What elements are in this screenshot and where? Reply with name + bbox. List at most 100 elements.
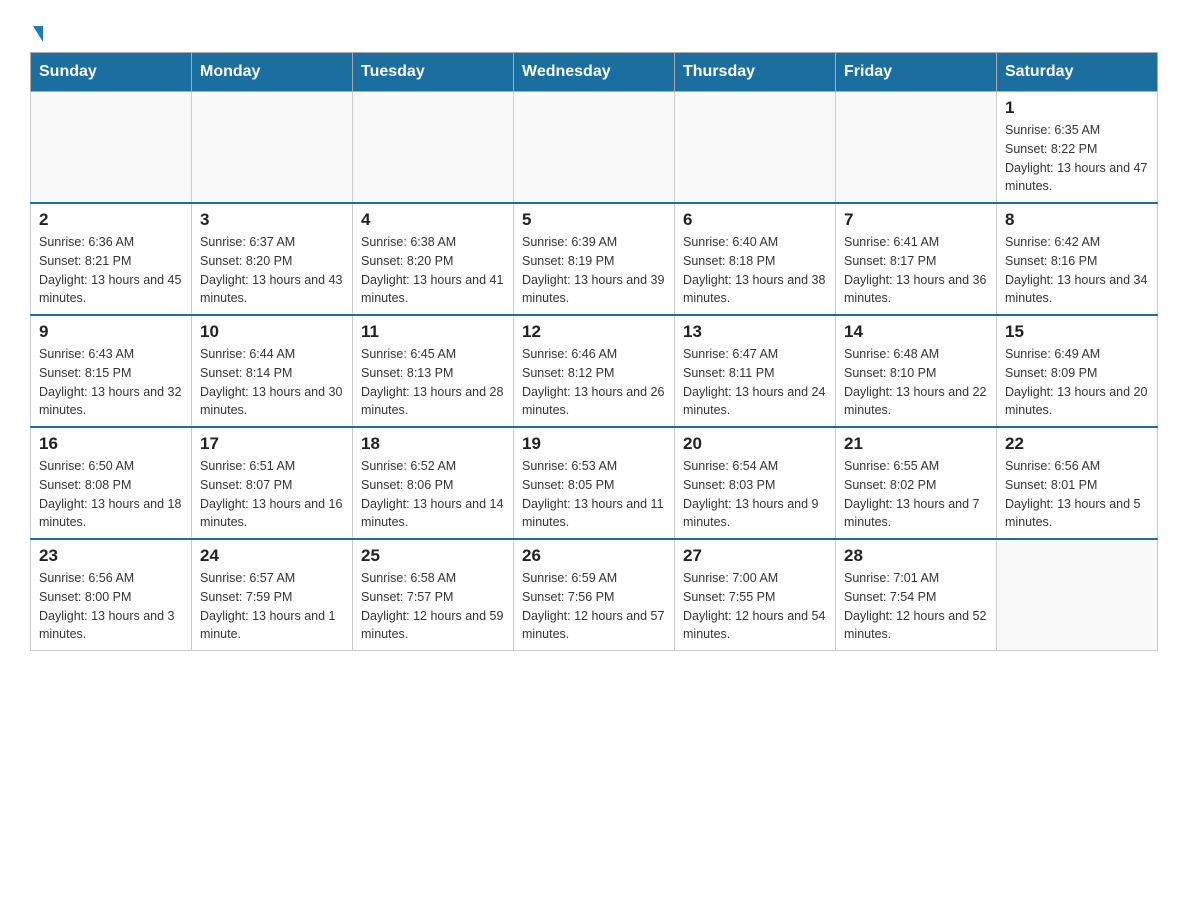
calendar-table: SundayMondayTuesdayWednesdayThursdayFrid… bbox=[30, 52, 1158, 651]
weekday-header-saturday: Saturday bbox=[997, 53, 1158, 92]
logo-general-text bbox=[30, 20, 43, 42]
logo bbox=[30, 20, 43, 42]
day-info: Sunrise: 6:45 AM Sunset: 8:13 PM Dayligh… bbox=[361, 345, 505, 420]
day-number: 14 bbox=[844, 322, 988, 342]
calendar-cell: 27Sunrise: 7:00 AM Sunset: 7:55 PM Dayli… bbox=[675, 539, 836, 651]
calendar-cell: 21 Sunrise: 6:55 AM Sunset: 8:02 PM Dayli… bbox=[836, 427, 997, 539]
weekday-header-sunday: Sunday bbox=[31, 53, 192, 92]
day-number: 8 bbox=[1005, 210, 1149, 230]
day-number: 3 bbox=[200, 210, 344, 230]
day-number: 28 bbox=[844, 546, 988, 566]
day-number: 10 bbox=[200, 322, 344, 342]
day-number: 11 bbox=[361, 322, 505, 342]
calendar-cell bbox=[192, 92, 353, 204]
calendar-cell: 16 Sunrise: 6:50 AM Sunset: 8:08 PM Dayli… bbox=[31, 427, 192, 539]
calendar-cell bbox=[675, 92, 836, 204]
calendar-cell: 6Sunrise: 6:40 AM Sunset: 8:18 PM Daylig… bbox=[675, 203, 836, 315]
calendar-cell: 15 Sunrise: 6:49 AM Sunset: 8:09 PM Dayli… bbox=[997, 315, 1158, 427]
day-info: Sunrise: 6:59 AM Sunset: 7:56 PM Dayligh… bbox=[522, 569, 666, 644]
calendar-cell: 12 Sunrise: 6:46 AM Sunset: 8:12 PM Dayli… bbox=[514, 315, 675, 427]
calendar-cell: 26 Sunrise: 6:59 AM Sunset: 7:56 PM Dayli… bbox=[514, 539, 675, 651]
day-info: Sunrise: 6:46 AM Sunset: 8:12 PM Dayligh… bbox=[522, 345, 666, 420]
calendar-cell: 2 Sunrise: 6:36 AM Sunset: 8:21 PM Daylig… bbox=[31, 203, 192, 315]
day-number: 15 bbox=[1005, 322, 1149, 342]
day-number: 4 bbox=[361, 210, 505, 230]
day-number: 21 bbox=[844, 434, 988, 454]
day-number: 5 bbox=[522, 210, 666, 230]
calendar-cell: 22 Sunrise: 6:56 AM Sunset: 8:01 PM Dayli… bbox=[997, 427, 1158, 539]
day-info: Sunrise: 6:54 AM Sunset: 8:03 PM Dayligh… bbox=[683, 457, 827, 532]
calendar-cell: 4 Sunrise: 6:38 AM Sunset: 8:20 PM Daylig… bbox=[353, 203, 514, 315]
day-info: Sunrise: 6:56 AM Sunset: 8:00 PM Dayligh… bbox=[39, 569, 183, 644]
calendar-cell: 18 Sunrise: 6:52 AM Sunset: 8:06 PM Dayli… bbox=[353, 427, 514, 539]
day-info: Sunrise: 6:56 AM Sunset: 8:01 PM Dayligh… bbox=[1005, 457, 1149, 532]
calendar-cell: 10 Sunrise: 6:44 AM Sunset: 8:14 PM Dayli… bbox=[192, 315, 353, 427]
day-info: Sunrise: 6:37 AM Sunset: 8:20 PM Dayligh… bbox=[200, 233, 344, 308]
weekday-header-monday: Monday bbox=[192, 53, 353, 92]
calendar-cell bbox=[353, 92, 514, 204]
day-info: Sunrise: 6:36 AM Sunset: 8:21 PM Dayligh… bbox=[39, 233, 183, 308]
day-info: Sunrise: 6:50 AM Sunset: 8:08 PM Dayligh… bbox=[39, 457, 183, 532]
day-number: 18 bbox=[361, 434, 505, 454]
day-number: 27 bbox=[683, 546, 827, 566]
weekday-header-wednesday: Wednesday bbox=[514, 53, 675, 92]
day-info: Sunrise: 6:57 AM Sunset: 7:59 PM Dayligh… bbox=[200, 569, 344, 644]
calendar-cell: 3 Sunrise: 6:37 AM Sunset: 8:20 PM Daylig… bbox=[192, 203, 353, 315]
weekday-header-tuesday: Tuesday bbox=[353, 53, 514, 92]
day-info: Sunrise: 6:38 AM Sunset: 8:20 PM Dayligh… bbox=[361, 233, 505, 308]
day-number: 1 bbox=[1005, 98, 1149, 118]
calendar-week-row: 23 Sunrise: 6:56 AM Sunset: 8:00 PM Dayli… bbox=[31, 539, 1158, 651]
calendar-cell: 19Sunrise: 6:53 AM Sunset: 8:05 PM Dayli… bbox=[514, 427, 675, 539]
weekday-header-thursday: Thursday bbox=[675, 53, 836, 92]
logo-arrow-icon bbox=[33, 26, 43, 42]
calendar-cell bbox=[836, 92, 997, 204]
day-number: 23 bbox=[39, 546, 183, 566]
calendar-cell: 28 Sunrise: 7:01 AM Sunset: 7:54 PM Dayli… bbox=[836, 539, 997, 651]
calendar-week-row: 2 Sunrise: 6:36 AM Sunset: 8:21 PM Daylig… bbox=[31, 203, 1158, 315]
day-info: Sunrise: 6:42 AM Sunset: 8:16 PM Dayligh… bbox=[1005, 233, 1149, 308]
calendar-cell: 23 Sunrise: 6:56 AM Sunset: 8:00 PM Dayli… bbox=[31, 539, 192, 651]
calendar-cell bbox=[31, 92, 192, 204]
calendar-week-row: 1 Sunrise: 6:35 AM Sunset: 8:22 PM Daylig… bbox=[31, 92, 1158, 204]
day-number: 24 bbox=[200, 546, 344, 566]
calendar-cell: 20 Sunrise: 6:54 AM Sunset: 8:03 PM Dayli… bbox=[675, 427, 836, 539]
day-info: Sunrise: 6:35 AM Sunset: 8:22 PM Dayligh… bbox=[1005, 121, 1149, 196]
calendar-cell bbox=[514, 92, 675, 204]
day-info: Sunrise: 6:43 AM Sunset: 8:15 PM Dayligh… bbox=[39, 345, 183, 420]
calendar-cell: 5 Sunrise: 6:39 AM Sunset: 8:19 PM Daylig… bbox=[514, 203, 675, 315]
calendar-cell: 1 Sunrise: 6:35 AM Sunset: 8:22 PM Daylig… bbox=[997, 92, 1158, 204]
calendar-cell: 24 Sunrise: 6:57 AM Sunset: 7:59 PM Dayli… bbox=[192, 539, 353, 651]
day-number: 12 bbox=[522, 322, 666, 342]
day-info: Sunrise: 6:48 AM Sunset: 8:10 PM Dayligh… bbox=[844, 345, 988, 420]
day-number: 6 bbox=[683, 210, 827, 230]
day-number: 20 bbox=[683, 434, 827, 454]
calendar-cell: 14 Sunrise: 6:48 AM Sunset: 8:10 PM Dayli… bbox=[836, 315, 997, 427]
day-number: 26 bbox=[522, 546, 666, 566]
day-info: Sunrise: 6:55 AM Sunset: 8:02 PM Dayligh… bbox=[844, 457, 988, 532]
day-number: 25 bbox=[361, 546, 505, 566]
weekday-header-friday: Friday bbox=[836, 53, 997, 92]
calendar-cell bbox=[997, 539, 1158, 651]
calendar-cell: 11 Sunrise: 6:45 AM Sunset: 8:13 PM Dayli… bbox=[353, 315, 514, 427]
day-number: 17 bbox=[200, 434, 344, 454]
day-info: Sunrise: 6:44 AM Sunset: 8:14 PM Dayligh… bbox=[200, 345, 344, 420]
day-number: 22 bbox=[1005, 434, 1149, 454]
day-number: 9 bbox=[39, 322, 183, 342]
calendar-cell: 17Sunrise: 6:51 AM Sunset: 8:07 PM Dayli… bbox=[192, 427, 353, 539]
calendar-cell: 8 Sunrise: 6:42 AM Sunset: 8:16 PM Daylig… bbox=[997, 203, 1158, 315]
calendar-cell: 13 Sunrise: 6:47 AM Sunset: 8:11 PM Dayli… bbox=[675, 315, 836, 427]
day-info: Sunrise: 6:52 AM Sunset: 8:06 PM Dayligh… bbox=[361, 457, 505, 532]
day-number: 16 bbox=[39, 434, 183, 454]
day-info: Sunrise: 6:53 AM Sunset: 8:05 PM Dayligh… bbox=[522, 457, 666, 532]
day-info: Sunrise: 6:49 AM Sunset: 8:09 PM Dayligh… bbox=[1005, 345, 1149, 420]
calendar-week-row: 16 Sunrise: 6:50 AM Sunset: 8:08 PM Dayli… bbox=[31, 427, 1158, 539]
day-info: Sunrise: 6:41 AM Sunset: 8:17 PM Dayligh… bbox=[844, 233, 988, 308]
day-number: 2 bbox=[39, 210, 183, 230]
calendar-cell: 9 Sunrise: 6:43 AM Sunset: 8:15 PM Daylig… bbox=[31, 315, 192, 427]
day-info: Sunrise: 7:01 AM Sunset: 7:54 PM Dayligh… bbox=[844, 569, 988, 644]
day-info: Sunrise: 6:58 AM Sunset: 7:57 PM Dayligh… bbox=[361, 569, 505, 644]
day-number: 13 bbox=[683, 322, 827, 342]
day-info: Sunrise: 6:47 AM Sunset: 8:11 PM Dayligh… bbox=[683, 345, 827, 420]
day-info: Sunrise: 6:39 AM Sunset: 8:19 PM Dayligh… bbox=[522, 233, 666, 308]
day-number: 7 bbox=[844, 210, 988, 230]
